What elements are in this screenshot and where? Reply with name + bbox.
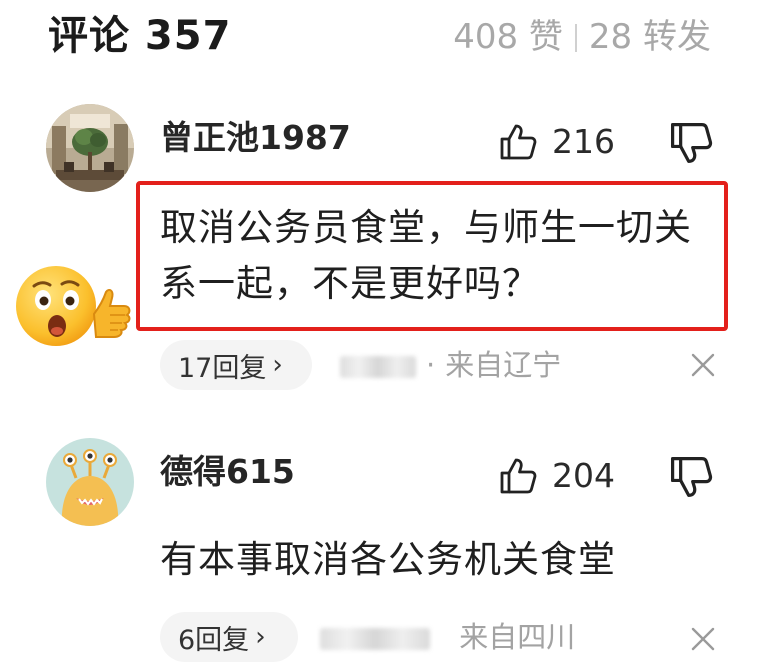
surprised-thumbs-up-emoji-icon bbox=[10, 262, 134, 352]
location: 来自辽宁 bbox=[445, 348, 562, 382]
thumbs-down-icon bbox=[670, 456, 713, 498]
stats-divider bbox=[574, 24, 577, 52]
thumbs-down-icon bbox=[670, 122, 713, 164]
thumbs-up-icon bbox=[500, 458, 537, 494]
comment-text: 有本事取消各公务机关食堂 bbox=[160, 538, 616, 581]
chevron-right-icon: › bbox=[255, 622, 266, 652]
reply-button[interactable]: 17回复 › bbox=[160, 340, 312, 390]
chevron-right-icon: › bbox=[272, 350, 283, 380]
like-count: 204 bbox=[552, 456, 615, 495]
comments-header: 评论 357 408 赞 28 转发 bbox=[0, 0, 767, 80]
header-stats: 408 赞 28 转发 bbox=[453, 16, 711, 58]
dislike-button[interactable] bbox=[668, 454, 714, 500]
username[interactable]: 德得615 bbox=[160, 450, 295, 494]
dislike-button[interactable] bbox=[668, 120, 714, 166]
like-count: 216 bbox=[552, 122, 615, 161]
reply-label: 6回复 bbox=[178, 624, 250, 656]
comment-meta: · 来自辽宁 bbox=[340, 340, 561, 390]
highlight-annotation-box bbox=[136, 181, 728, 331]
username[interactable]: 曾正池1987 bbox=[160, 116, 351, 160]
meta-dot: · bbox=[426, 348, 436, 382]
avatar[interactable] bbox=[46, 104, 134, 192]
avatar[interactable] bbox=[46, 438, 134, 526]
comment-item: 德得615 204 有本事取消各公务机关食堂 6回复 › 来自四川 bbox=[0, 432, 767, 668]
comment-meta: 来自四川 bbox=[320, 612, 575, 662]
close-icon[interactable] bbox=[690, 352, 716, 378]
avatar-image bbox=[46, 438, 134, 526]
thumbs-up-icon bbox=[500, 124, 537, 160]
comments-title: 评论 357 bbox=[48, 13, 232, 59]
shares-count[interactable]: 28 转发 bbox=[589, 17, 711, 57]
close-icon[interactable] bbox=[690, 626, 716, 652]
like-button[interactable]: 216 bbox=[498, 120, 615, 164]
reply-label: 17回复 bbox=[178, 352, 267, 384]
comment-item: 曾正池1987 216 取消公务员食堂，与师生一切关系一起，不是更好吗？ 17回… bbox=[0, 98, 767, 403]
reply-button[interactable]: 6回复 › bbox=[160, 612, 298, 662]
location: 来自四川 bbox=[459, 620, 576, 654]
like-button[interactable]: 204 bbox=[498, 454, 615, 498]
blurred-text bbox=[340, 356, 416, 378]
blurred-text bbox=[320, 628, 430, 650]
likes-count[interactable]: 408 赞 bbox=[453, 17, 563, 57]
avatar-image bbox=[46, 104, 134, 192]
